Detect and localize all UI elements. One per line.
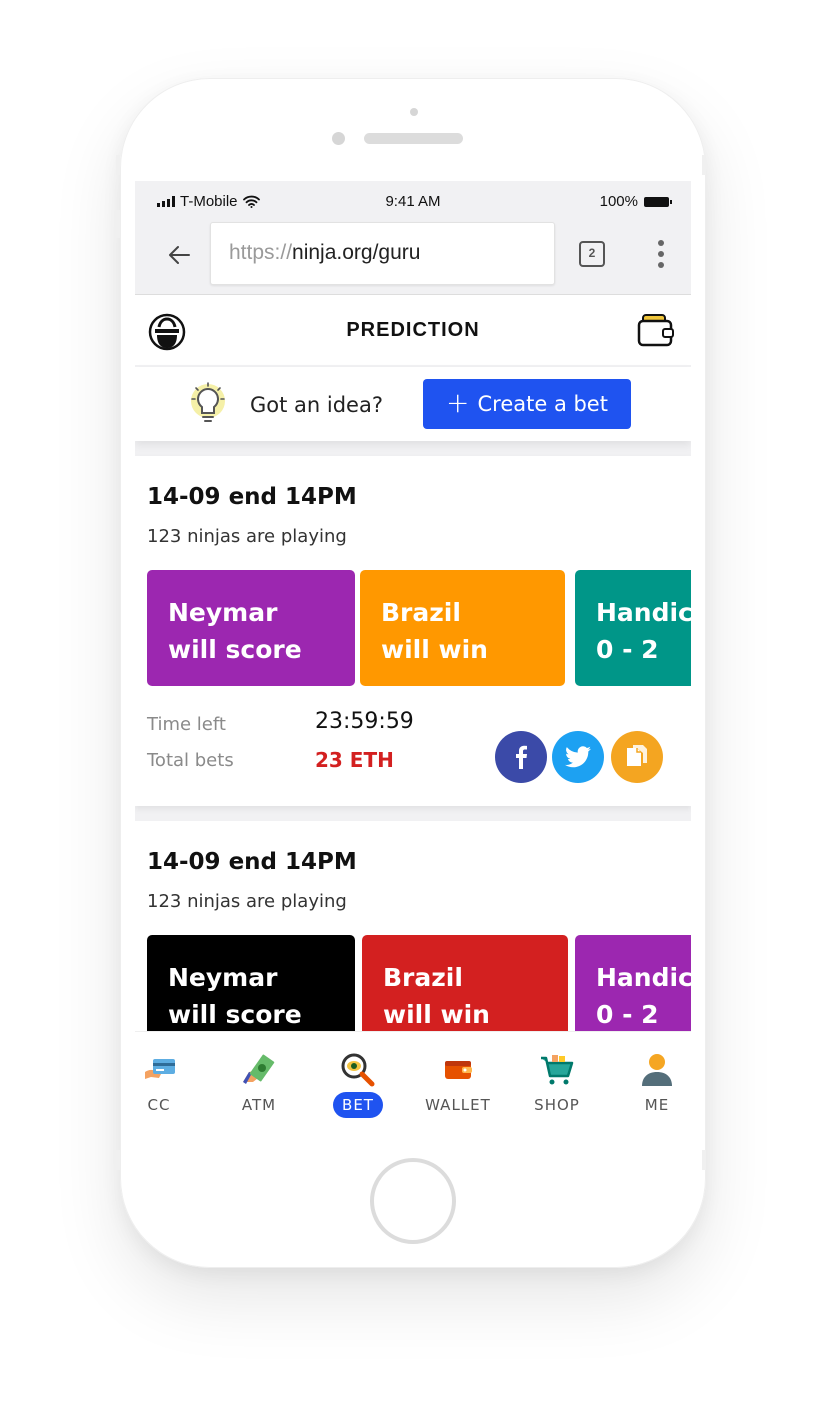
bet-option[interactable]: Neymar will score (147, 570, 355, 686)
magnifier-eye-icon (341, 1053, 375, 1087)
option-line1: Neymar (168, 598, 278, 627)
create-bet-button[interactable]: + Create a bet (423, 379, 631, 429)
lightbulb-icon (187, 381, 229, 432)
app-header: PREDICTION (135, 295, 691, 365)
option-line2: will win (381, 635, 488, 664)
nav-label: BET (333, 1092, 383, 1118)
more-menu-button[interactable] (655, 237, 667, 271)
wallet-icon (445, 1061, 472, 1079)
twitter-share-button[interactable] (552, 731, 604, 783)
nav-label: WALLET (425, 1096, 491, 1114)
players-count: 123 ninjas are playing (147, 891, 347, 912)
time-left-value: 23:59:59 (315, 709, 414, 734)
total-bets-label: Total bets (147, 750, 234, 771)
option-line2: will score (168, 635, 302, 664)
bottom-nav: CC ATM BET WALLET SHOP ME (135, 1031, 691, 1131)
phone-side-button (116, 1150, 120, 1170)
phone-camera (332, 132, 345, 145)
phone-side-button (116, 210, 120, 238)
option-line2: 0 - 2 (596, 1000, 659, 1029)
phone-side-button (116, 155, 120, 175)
nav-item-shop[interactable]: SHOP (511, 1032, 603, 1132)
url-host: ninja.org/guru (292, 241, 421, 264)
phone-sensor (410, 108, 418, 116)
browser-toolbar: https://ninja.org/guru 2 (135, 221, 691, 295)
credit-card-icon (145, 1059, 175, 1079)
nav-label: SHOP (534, 1096, 580, 1114)
bet-date: 14-09 end 14PM (147, 484, 357, 510)
time-left-label: Time left (147, 714, 226, 735)
battery-percent: 100% (599, 193, 638, 210)
plus-icon: + (446, 385, 470, 419)
nav-item-wallet[interactable]: WALLET (412, 1032, 504, 1132)
bet-date: 14-09 end 14PM (147, 849, 357, 875)
bet-card[interactable]: 14-09 end 14PM 123 ninjas are playing Ne… (135, 456, 691, 806)
create-bet-banner: Got an idea? + Create a bet (135, 367, 691, 441)
nav-item-bet[interactable]: BET (312, 1032, 404, 1132)
nav-item-me[interactable]: ME (611, 1032, 703, 1132)
facebook-share-button[interactable] (495, 731, 547, 783)
page-title: PREDICTION (346, 319, 480, 341)
option-line1: Neymar (168, 963, 278, 992)
url-field[interactable]: https://ninja.org/guru (210, 222, 555, 285)
wallet-icon[interactable] (637, 311, 675, 354)
battery-icon (644, 196, 672, 207)
nav-label: CC (147, 1096, 171, 1114)
twitter-icon (565, 746, 591, 768)
status-bar: T-Mobile 9:41 AM 100% (135, 181, 691, 221)
total-bets-value: 23 ETH (315, 748, 394, 772)
phone-speaker (364, 133, 463, 144)
phone-side-button (702, 1150, 706, 1170)
url-protocol: https:// (229, 241, 293, 264)
tabs-button[interactable]: 2 (579, 241, 605, 267)
bet-option[interactable]: Brazil will win (360, 570, 565, 686)
players-count: 123 ninjas are playing (147, 526, 347, 547)
nav-item-atm[interactable]: ATM (213, 1032, 305, 1132)
screen: T-Mobile 9:41 AM 100% https://ninja.org/… (135, 181, 691, 1131)
idea-prompt: Got an idea? (250, 393, 383, 417)
arrow-left-icon (169, 246, 190, 264)
create-bet-label: Create a bet (477, 392, 608, 416)
phone-side-button (702, 155, 706, 175)
option-line1: Brazil (381, 598, 461, 627)
option-line1: Handicap (596, 598, 691, 627)
option-line1: Handicap (596, 963, 691, 992)
nav-item-cc[interactable]: CC (113, 1032, 205, 1132)
shopping-cart-icon (541, 1055, 574, 1085)
option-line2: will score (168, 1000, 302, 1029)
option-line2: 0 - 2 (596, 635, 659, 664)
option-line1: Brazil (383, 963, 463, 992)
nav-label: ATM (241, 1096, 277, 1114)
back-button[interactable] (163, 239, 195, 271)
phone-home-button[interactable] (370, 1158, 456, 1244)
copy-icon (627, 745, 647, 766)
option-line2: will win (383, 1000, 490, 1029)
bet-options: Neymar will score Brazil will win Handic… (147, 570, 691, 686)
user-icon (642, 1054, 672, 1086)
bet-option[interactable]: Handicap 0 - 2 (575, 570, 691, 686)
copy-link-button[interactable] (611, 731, 663, 783)
cash-hand-icon (243, 1054, 275, 1084)
facebook-icon (516, 745, 527, 769)
nav-label: ME (644, 1096, 670, 1114)
